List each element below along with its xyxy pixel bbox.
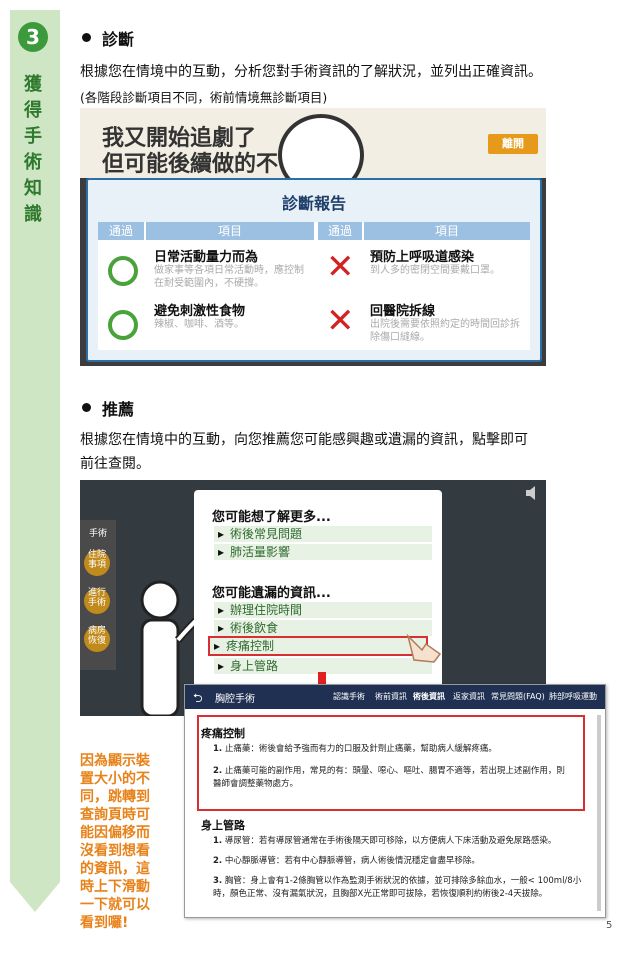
fail-cross-icon: ✕ (326, 247, 355, 287)
report-title: 診斷報告 (281, 194, 346, 213)
recommend-link[interactable]: ▸ 術後常見問題 (214, 526, 432, 542)
fail-cross-icon: ✕ (326, 301, 355, 341)
back-arrow-icon[interactable]: ⮌ (193, 689, 203, 710)
pain-item-1: 1. 止痛藥：術後會給予強而有力的口服及針劑止痛藥，幫助病人緩解疼痛。 (213, 744, 497, 754)
title-char: 識 (24, 204, 42, 225)
tube-item-2: 2. 中心靜脈導管：若有中心靜脈導管，病人術後情況穩定會盡早移除。 (213, 856, 480, 866)
column-header-pass: 通過 (98, 222, 144, 240)
pass-circle-icon (108, 310, 138, 340)
step-number-badge: 3 (18, 22, 48, 52)
column-header-item: 項目 (364, 222, 530, 240)
report-item-detail: 到人多的密閉空間要戴口罩。 (370, 265, 500, 276)
column-header-pass: 通過 (318, 222, 362, 240)
report-item-title: 預防上呼吸道感染 (370, 250, 475, 265)
side-button-recovery[interactable]: 病房恢復 (84, 626, 110, 652)
pain-control-heading: 疼痛控制 (201, 727, 245, 740)
side-note: 因為顯示裝置大小的不同，跳轉到查詢頁時可能因偏移而沒看到想看的資訊，這時上下滑動… (80, 753, 150, 931)
recommend-heading: 推薦 (102, 400, 135, 419)
nav-item-active[interactable]: 術後資訊 (413, 691, 445, 702)
scrollbar[interactable] (597, 715, 601, 911)
tube-item-1: 1. 導尿管：若有導尿管通常在手術後隔天即可移除，以方便病人下床活動及避免尿路感… (213, 836, 557, 846)
report-item-title: 避免刺激性食物 (154, 304, 246, 319)
column-header-item: 項目 (146, 222, 314, 240)
title-char: 得 (24, 100, 42, 121)
pass-circle-icon (108, 256, 138, 286)
side-menu-label: 手術 (88, 529, 107, 539)
site-title[interactable]: 胸腔手術 (215, 690, 255, 705)
recommend-description-line1: 根據您在情境中的互動，向您推薦您可能感興趣或遺漏的資訊，點擊即可 (80, 432, 528, 448)
diagnosis-heading: 診斷 (102, 30, 135, 49)
linked-webpage-screenshot: ⮌ 胸腔手術 認識手術 術前資訊 術後資訊 返家資訊 常見問題(FAQ) 肺部呼… (184, 684, 606, 918)
report-item-detail: 做家事等各項日常活動時，應控制在耐受範圍內，不硬撐。 (154, 265, 304, 289)
title-char: 手 (24, 126, 42, 147)
diagnosis-report-screenshot: 我又開始追劇了 但可能後續做的不 離開 診斷報告 通過 項目 通過 項目 日常活… (80, 108, 546, 366)
side-button-admission[interactable]: 住院事項 (84, 550, 110, 576)
tube-item-3: 3. 胸管：身上會有1-2條胸管以作為監測手術狀況的依據，並可排除多餘血水，一般… (213, 876, 582, 899)
section-title-vertical: 獲 得 手 術 知 識 (22, 72, 44, 228)
recommend-description-line2: 前往查閱。 (80, 456, 150, 472)
nav-item[interactable]: 認識手術 (333, 691, 365, 702)
side-button-surgery[interactable]: 進行手術 (84, 588, 110, 614)
report-item-detail: 出院後需要依照約定的時間回診拆除傷口縫線。 (370, 319, 520, 343)
scene-title: 我又開始追劇了 但可能後續做的不 (102, 126, 279, 177)
missed-link[interactable]: ▸ 辦理住院時間 (214, 602, 432, 618)
diagnosis-report-panel: 診斷報告 通過 項目 通過 項目 日常活動量力而為 做家事等各項日常活動時，應控… (86, 178, 542, 362)
report-table: 通過 項目 通過 項目 日常活動量力而為 做家事等各項日常活動時，應控制在耐受範… (98, 222, 530, 350)
report-item-title: 回醫院拆線 (370, 304, 436, 319)
report-item-detail: 辣椒、咖啡、酒等。 (154, 319, 244, 330)
page-number: 5 (606, 920, 613, 931)
report-item-title: 日常活動量力而為 (154, 250, 259, 265)
diagnosis-note: (各階段診斷項目不同，術前情境無診斷項目) (80, 90, 328, 105)
title-char: 術 (24, 152, 42, 173)
pain-item-2: 2. 止痛藥可能的副作用，常見的有：頭暈、噁心、嘔吐、腸胃不適等，若出現上述副作… (213, 766, 565, 789)
nav-item[interactable]: 肺部呼吸運動 (549, 691, 597, 702)
missed-link-highlighted[interactable]: ▸ 疼痛控制 (208, 636, 428, 656)
missed-info-heading: 您可能遺漏的資訊... (212, 586, 331, 601)
title-char: 知 (24, 178, 42, 199)
bullet-icon (82, 33, 91, 42)
leave-button[interactable]: 離開 (488, 134, 538, 154)
bullet-icon (82, 403, 91, 412)
missed-link[interactable]: ▸ 術後飲食 (214, 620, 432, 636)
pointing-hand-icon (406, 633, 442, 663)
highlight-box (197, 715, 585, 811)
speaker-icon[interactable] (524, 484, 542, 502)
diagnosis-description: 根據您在情境中的互動，分析您對手術資訊的了解狀況，並列出正確資訊。 (80, 64, 542, 80)
nav-item[interactable]: 返家資訊 (453, 691, 485, 702)
nav-item[interactable]: 常見問題(FAQ) (491, 691, 545, 702)
title-char: 獲 (24, 74, 42, 95)
tubes-heading: 身上管路 (201, 819, 245, 832)
recommend-link[interactable]: ▸ 肺活量影響 (214, 544, 432, 560)
more-info-heading: 您可能想了解更多... (212, 510, 331, 525)
nav-item[interactable]: 術前資訊 (375, 691, 407, 702)
